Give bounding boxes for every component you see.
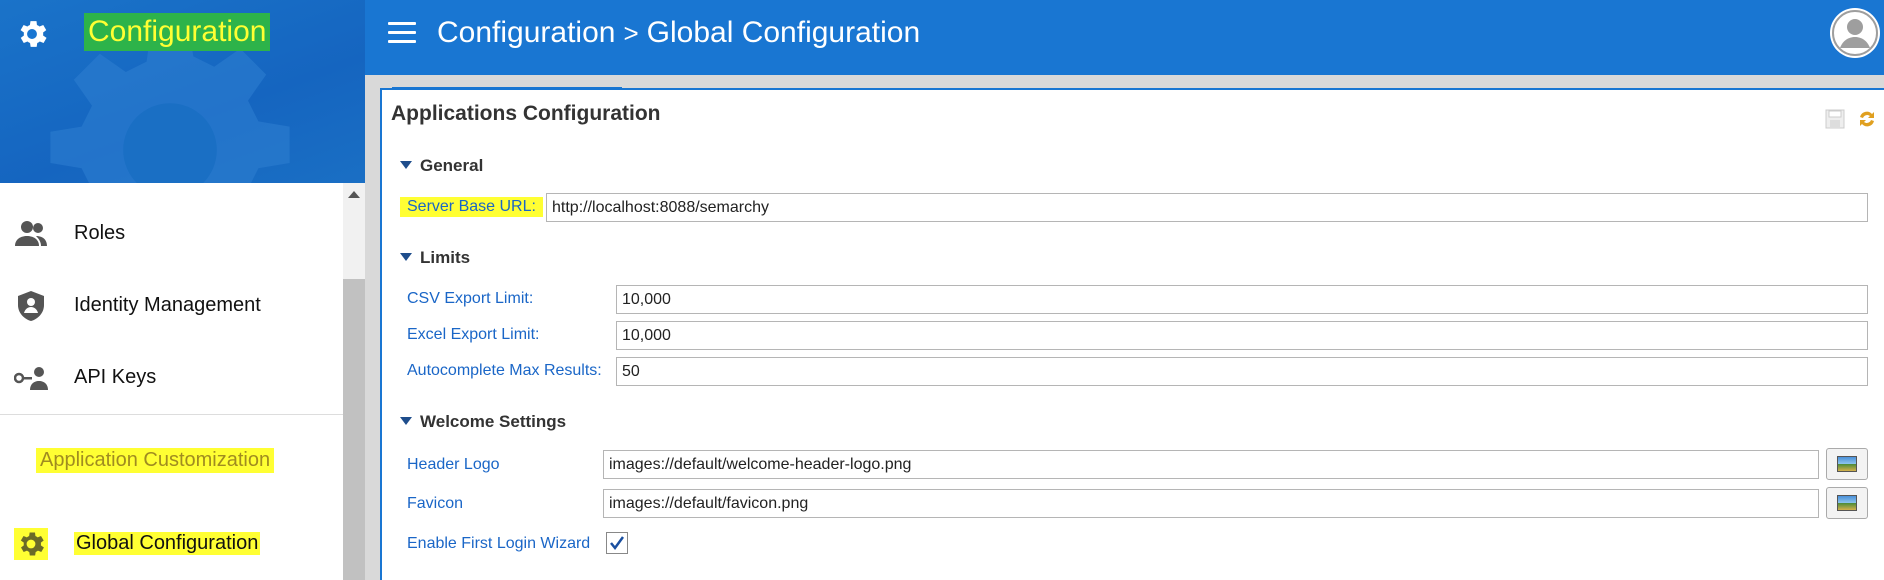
csv-export-limit-label: CSV Export Limit: [407, 290, 534, 307]
section-title: General [420, 156, 484, 175]
excel-export-limit-label: Excel Export Limit: [407, 326, 540, 343]
app-title: Configuration [84, 13, 271, 51]
section-welcome-settings-toggle[interactable]: Welcome Settings [400, 412, 566, 432]
refresh-icon[interactable] [1856, 108, 1878, 130]
breadcrumb-root[interactable]: Configuration [437, 16, 615, 49]
user-avatar-icon [1832, 10, 1878, 56]
section-title: Limits [420, 248, 471, 267]
sidebar-item-application-customization[interactable]: Application Customization [36, 448, 275, 473]
collapse-triangle-icon [400, 417, 412, 425]
section-limits-toggle[interactable]: Limits [400, 248, 470, 268]
sidebar-item-identity-management[interactable]: Identity Management [0, 276, 343, 336]
excel-export-limit-input[interactable] [616, 321, 1868, 350]
people-icon [15, 221, 47, 246]
sidebar-item-label: Roles [74, 222, 126, 244]
header-logo-browse-button[interactable] [1826, 448, 1868, 480]
sidebar-item-global-configuration[interactable]: Global Configuration [0, 514, 343, 574]
header-logo-input[interactable] [603, 450, 1819, 479]
image-icon [1837, 456, 1857, 472]
sidebar-scrollbar[interactable] [343, 183, 365, 580]
sidebar-item-label: API Keys [74, 366, 157, 388]
server-base-url-input[interactable] [546, 193, 1868, 222]
sidebar-divider [0, 414, 343, 415]
header-logo-label: Header Logo [407, 456, 500, 473]
breadcrumb-current: Global Configuration [646, 16, 921, 49]
enable-first-login-wizard-checkbox[interactable] [606, 532, 628, 554]
sidebar-item-api-keys[interactable]: API Keys [0, 348, 343, 408]
favicon-input[interactable] [603, 489, 1819, 518]
section-general-toggle[interactable]: General [400, 156, 483, 176]
enable-first-login-wizard-label: Enable First Login Wizard [407, 535, 591, 552]
collapse-triangle-icon [400, 253, 412, 261]
favicon-label: Favicon [407, 495, 464, 512]
collapse-triangle-icon [400, 161, 412, 169]
scroll-up-arrow-icon[interactable] [348, 191, 360, 198]
image-icon [1837, 495, 1857, 511]
autocomplete-max-results-input[interactable] [616, 357, 1868, 386]
shield-user-icon [18, 291, 44, 321]
favicon-browse-button[interactable] [1826, 487, 1868, 519]
settings-gear-icon [20, 21, 47, 47]
panel-title: Applications Configuration [391, 102, 661, 125]
menu-icon[interactable] [388, 22, 416, 44]
breadcrumb-separator: > [623, 18, 639, 48]
server-base-url-label: Server Base URL: [400, 197, 543, 217]
scrollbar-thumb[interactable] [343, 279, 365, 580]
key-user-icon [14, 367, 48, 390]
csv-export-limit-input[interactable] [616, 285, 1868, 314]
save-icon[interactable] [1824, 108, 1846, 130]
breadcrumb: Configuration > Global Configuration [437, 14, 920, 52]
sidebar-item-roles[interactable]: Roles [0, 204, 343, 264]
section-title: Welcome Settings [420, 412, 567, 431]
sidebar-item-label: Identity Management [74, 294, 261, 316]
checkmark-icon [610, 536, 625, 551]
autocomplete-max-results-label: Autocomplete Max Results: [407, 362, 602, 379]
sidebar-item-label: Global Configuration [74, 532, 261, 555]
gear-icon [14, 528, 48, 560]
user-avatar[interactable] [1830, 8, 1880, 58]
